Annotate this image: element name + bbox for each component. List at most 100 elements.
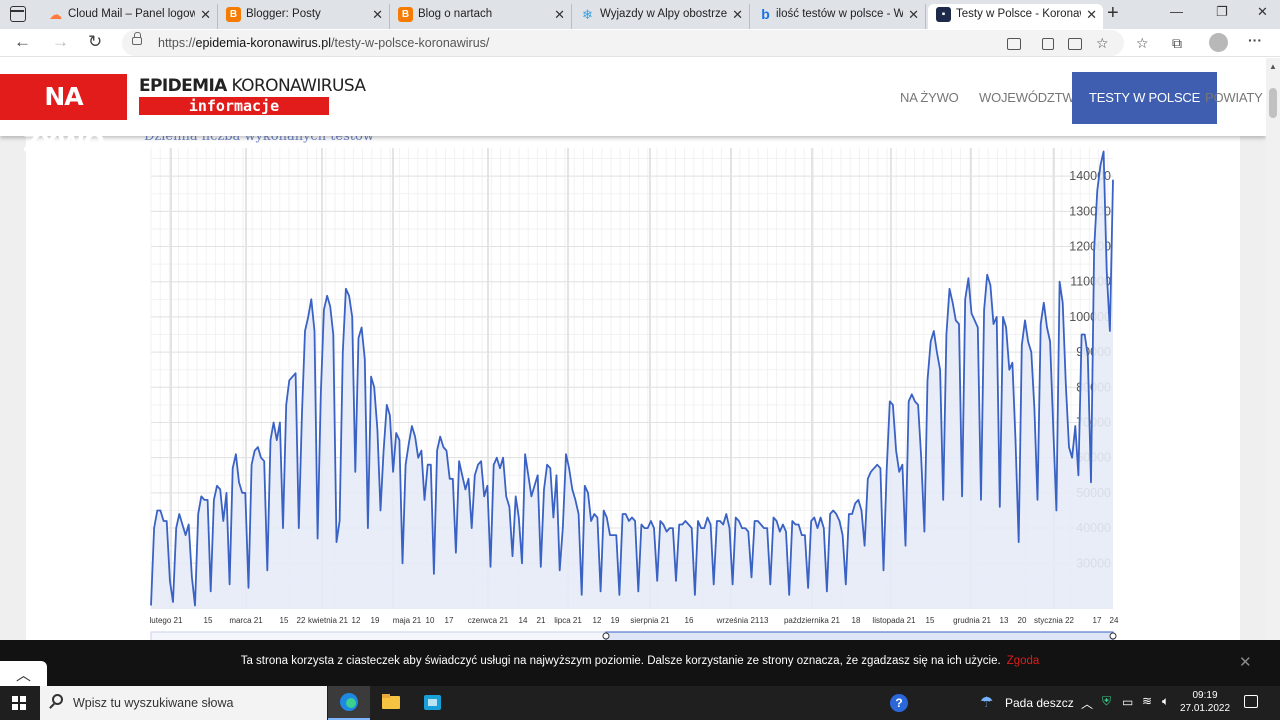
refresh-icon[interactable]: ↻: [88, 32, 102, 52]
scroll-up-icon[interactable]: ▲: [1269, 62, 1277, 71]
x-tick-label: 15: [280, 616, 289, 625]
tab-blog-o-nartach[interactable]: B Blog o nartach ✕: [390, 4, 572, 29]
tab-actions-icon[interactable]: [10, 6, 26, 22]
tab-bing-search[interactable]: b ilość testów w polsce - Wyszukiwanie ✕: [750, 4, 926, 29]
logo-title: EPIDEMIA KORONAWIRUSA: [139, 76, 366, 96]
battery-icon[interactable]: ▭: [1122, 695, 1133, 709]
chevron-up-icon[interactable]: ︿: [1081, 695, 1093, 712]
maximize-icon[interactable]: ❐: [1216, 4, 1228, 20]
x-tick-label: 12: [593, 616, 602, 625]
x-tick-label: 21: [537, 616, 546, 625]
back-icon[interactable]: ←: [14, 32, 31, 52]
back-to-top-button[interactable]: ︿: [0, 661, 47, 686]
url-path: /testy-w-polsce-koronawirus/: [331, 36, 490, 50]
blogger-icon: B: [398, 7, 413, 22]
add-favorite-icon[interactable]: ☆: [1096, 35, 1109, 52]
x-tick-label: 19: [371, 616, 380, 625]
help-icon[interactable]: ?: [890, 694, 908, 712]
x-tick-label: 19: [611, 616, 620, 625]
umbrella-icon[interactable]: ☂: [980, 693, 993, 711]
x-tick-label: czerwca 21: [468, 616, 509, 625]
logo-subtitle: informacje: [139, 97, 329, 115]
close-icon[interactable]: ✕: [200, 4, 211, 25]
reader-view-icon[interactable]: [1068, 38, 1082, 50]
web-page: NA ŻYWO EPIDEMIA KORONAWIRUSA informacje…: [0, 58, 1266, 640]
menu-wojewodztwa[interactable]: WOJEWÓDZTWA: [979, 72, 1083, 124]
profile-avatar[interactable]: [1209, 33, 1228, 52]
x-tick-label: 17: [1093, 616, 1102, 625]
x-tick-label: 10: [426, 616, 435, 625]
site-logo[interactable]: EPIDEMIA KORONAWIRUSA informacje: [139, 76, 366, 116]
x-tick-label: 13: [1000, 616, 1009, 625]
close-icon[interactable]: ✕: [372, 4, 383, 25]
live-badge[interactable]: NA ŻYWO: [0, 74, 127, 157]
range-selection: [605, 631, 1114, 640]
tab-testy-w-polsce[interactable]: ▪ Testy w Polsce - Koronawirus ✕: [928, 4, 1103, 29]
menu-testy-w-polsce[interactable]: TESTY W POLSCE: [1072, 72, 1218, 124]
close-icon[interactable]: ✕: [732, 4, 743, 25]
tab-blogger-posty[interactable]: B Blogger: Posty ✕: [218, 4, 390, 29]
logo-bold: EPIDEMIA: [139, 76, 227, 96]
blogger-icon: B: [226, 7, 241, 22]
x-tick-label: maja 21: [393, 616, 422, 625]
x-tick-label: grudnia 21: [953, 616, 991, 625]
x-tick-label: 22: [297, 616, 306, 625]
address-bar[interactable]: https://epidemia-koronawirus.pl/testy-w-…: [122, 30, 1124, 56]
new-tab-icon[interactable]: +: [1107, 2, 1119, 25]
x-tick-label: września 21: [716, 616, 760, 625]
x-tick-label: października 21: [784, 616, 841, 625]
close-window-icon[interactable]: ✕: [1257, 4, 1268, 20]
system-clock[interactable]: 09:19 27.01.2022: [1178, 689, 1232, 715]
close-icon[interactable]: ✕: [1086, 4, 1097, 25]
close-icon[interactable]: ✕: [1239, 653, 1252, 671]
bing-icon: b: [761, 6, 770, 22]
x-tick-label: lipca 21: [554, 616, 582, 625]
menu-powiaty[interactable]: POWIATY: [1205, 72, 1263, 124]
more-icon[interactable]: ···: [1248, 32, 1262, 48]
clock-date: 27.01.2022: [1179, 703, 1231, 714]
windows-start-icon[interactable]: [12, 696, 26, 710]
url-text[interactable]: https://epidemia-koronawirus.pl/testy-w-…: [158, 36, 489, 50]
weather-text[interactable]: Pada deszcz: [1005, 696, 1074, 710]
tab-cloud-mail[interactable]: ☁ Cloud Mail – Panel logowania ✕: [40, 4, 218, 29]
x-tick-label: 24: [1110, 616, 1119, 625]
taskbar-search[interactable]: Wpisz tu wyszukiwane słowa: [40, 686, 327, 720]
cookie-accept-link[interactable]: Zgoda: [1007, 655, 1040, 667]
cookie-text: Ta strona korzysta z ciasteczek aby świa…: [240, 655, 1001, 667]
range-handle-left: [602, 632, 610, 640]
notifications-icon[interactable]: [1244, 695, 1258, 708]
x-tick-label: listopada 21: [872, 616, 916, 625]
daily-tests-chart: 3000040000500006000070000800009000010000…: [150, 148, 1119, 640]
x-tick-label: marca 21: [229, 616, 263, 625]
apps-icon[interactable]: [1042, 38, 1054, 50]
tab-wyjazdy-alpy[interactable]: ❄ Wyjazdy w Alpy obostrzenia ✕: [572, 4, 750, 29]
chevron-up-icon: ︿: [16, 667, 32, 684]
logo-light: KORONAWIRUSA: [231, 76, 366, 96]
forward-icon[interactable]: →: [52, 32, 69, 52]
x-tick-label: 17: [445, 616, 454, 625]
browser-tab-strip: ☁ Cloud Mail – Panel logowania ✕ B Blogg…: [0, 0, 1280, 29]
search-icon: [52, 694, 63, 705]
wifi-icon[interactable]: ≋: [1142, 694, 1152, 708]
security-icon[interactable]: ⛨: [1102, 694, 1111, 709]
screen-cast-icon[interactable]: [1007, 38, 1021, 50]
site-header: NA ŻYWO EPIDEMIA KORONAWIRUSA informacje…: [0, 58, 1266, 157]
edge-app-icon[interactable]: [328, 686, 370, 720]
volume-icon[interactable]: 🔈︎: [1162, 694, 1169, 709]
page-scrollbar[interactable]: ▲: [1266, 58, 1280, 640]
clock-time: 09:19: [1192, 690, 1218, 701]
scroll-thumb[interactable]: [1269, 88, 1277, 118]
store-app-icon[interactable]: [412, 686, 454, 720]
minimize-icon[interactable]: —: [1170, 4, 1183, 19]
close-icon[interactable]: ✕: [908, 4, 919, 25]
collections-icon[interactable]: ⧉: [1172, 35, 1182, 52]
menu-na-zywo[interactable]: NA ŻYWO: [900, 72, 959, 124]
close-icon[interactable]: ✕: [554, 4, 565, 25]
lock-icon[interactable]: [132, 32, 142, 45]
range-handle-right: [1109, 632, 1117, 640]
favorites-icon[interactable]: ☆: [1136, 35, 1149, 52]
file-explorer-icon[interactable]: [370, 686, 412, 720]
cookie-message: Ta strona korzysta z ciasteczek aby świa…: [0, 655, 1280, 667]
x-tick-label: stycznia 22: [1034, 616, 1075, 625]
tab-label: Blogger: Posty: [246, 8, 321, 20]
